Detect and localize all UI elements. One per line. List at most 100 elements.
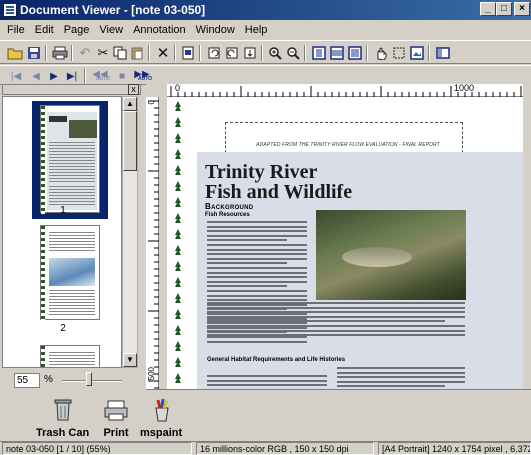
text-line xyxy=(207,285,287,288)
rotate-left-icon[interactable] xyxy=(205,44,223,62)
toolbar-separator xyxy=(428,45,430,61)
text-line xyxy=(207,375,327,377)
thumbnail-page-3[interactable] xyxy=(40,345,100,367)
thumbnail-border-trees xyxy=(41,106,45,214)
text-line xyxy=(207,334,465,337)
undo-icon[interactable]: ↶ xyxy=(76,44,94,62)
thumbnail-text-lines xyxy=(49,232,95,252)
status-page-info: note 03-050 [1 / 10] (55%) xyxy=(2,442,192,455)
menu-edit[interactable]: Edit xyxy=(30,21,59,39)
habitat-heading: General Habitat Requirements and Life Hi… xyxy=(207,357,346,363)
next-page-icon[interactable]: ▶ xyxy=(46,68,62,84)
text-line xyxy=(207,299,307,302)
print-tool[interactable]: Print xyxy=(103,398,129,439)
app-icon xyxy=(3,3,17,17)
scroll-up-icon[interactable]: ▲ xyxy=(123,97,137,111)
tree-icon xyxy=(175,149,181,160)
text-line xyxy=(207,280,307,283)
scrollbar-thumb[interactable] xyxy=(123,111,137,171)
thumbnail-border-trees xyxy=(41,226,45,321)
text-line xyxy=(207,308,287,311)
text-line xyxy=(207,239,287,242)
copy-icon[interactable] xyxy=(111,44,129,62)
printer-icon[interactable] xyxy=(51,44,69,62)
menu-window[interactable]: Window xyxy=(191,21,240,39)
image-properties-icon[interactable] xyxy=(408,44,426,62)
actual-size-icon[interactable] xyxy=(346,44,364,62)
text-line xyxy=(337,385,445,388)
zoom-out-icon[interactable] xyxy=(284,44,302,62)
tree-icon xyxy=(175,309,181,320)
last-page-icon[interactable]: ▶| xyxy=(64,68,80,84)
tree-icon xyxy=(175,325,181,336)
open-folder-icon[interactable] xyxy=(6,44,24,62)
text-line xyxy=(207,303,307,306)
hand-tool-icon[interactable] xyxy=(372,44,390,62)
fit-page-icon[interactable] xyxy=(310,44,328,62)
tree-icon xyxy=(175,197,181,208)
panel-toggle-icon[interactable] xyxy=(434,44,452,62)
select-page-icon[interactable] xyxy=(179,44,197,62)
cut-icon[interactable]: ✂ xyxy=(94,44,112,62)
zoom-slider-track[interactable] xyxy=(62,380,122,382)
zoom-slider-thumb[interactable] xyxy=(86,372,92,386)
previous-page-icon[interactable]: ◀ xyxy=(28,68,44,84)
menu-annotation[interactable]: Annotation xyxy=(128,21,191,39)
thumbnail-page-1[interactable] xyxy=(40,105,100,214)
text-line xyxy=(207,325,465,327)
menu-page[interactable]: Page xyxy=(59,21,95,39)
stop-icon[interactable]: ■ xyxy=(114,68,130,84)
close-button[interactable]: × xyxy=(514,2,530,16)
save-icon[interactable] xyxy=(25,44,43,62)
menu-file[interactable]: File xyxy=(2,21,30,39)
menu-view[interactable]: View xyxy=(94,21,128,39)
thumbnail-scrollbar[interactable]: ▲ ▼ xyxy=(122,96,138,368)
minimize-button[interactable]: _ xyxy=(480,2,496,16)
toolbar-separator xyxy=(84,68,86,84)
thumbnail-close-button[interactable]: x xyxy=(128,84,139,95)
menu-help[interactable]: Help xyxy=(240,21,273,39)
toolbar-separator xyxy=(174,45,176,61)
thumbnail-text-lines xyxy=(49,290,95,316)
ruler-corner xyxy=(146,84,167,97)
text-line xyxy=(207,317,307,320)
document-vertical-scrollbar[interactable] xyxy=(523,84,531,389)
text-line xyxy=(207,248,307,251)
background-heading: Background xyxy=(205,202,254,211)
tree-icon xyxy=(175,373,181,384)
document-title: Trinity River Fish and Wildlife xyxy=(205,162,375,202)
first-page-icon[interactable]: |◀ xyxy=(8,68,24,84)
delete-icon[interactable]: ✕ xyxy=(154,44,172,62)
paste-icon[interactable] xyxy=(128,44,146,62)
marquee-select-icon[interactable] xyxy=(390,44,408,62)
thumbnail-page-2[interactable] xyxy=(40,225,100,321)
toolbar-separator xyxy=(199,45,201,61)
toolbar-separator xyxy=(366,45,368,61)
text-line xyxy=(207,230,307,233)
document-viewport[interactable]: ADAPTED FROM THE TRINITY RIVER FLOW EVAL… xyxy=(167,97,531,389)
vertical-ruler: 0 500 xyxy=(146,97,159,389)
text-line xyxy=(207,257,307,260)
thumbnail-photo xyxy=(69,120,97,138)
scroll-down-icon[interactable]: ▼ xyxy=(123,353,137,367)
ruler-ticks xyxy=(170,86,529,97)
toolbar-separator xyxy=(148,45,150,61)
zoom-input[interactable]: 55 xyxy=(14,373,40,388)
zoom-in-icon[interactable] xyxy=(266,44,284,62)
tree-icon xyxy=(175,229,181,240)
maximize-button[interactable]: □ xyxy=(496,2,512,16)
tree-icon xyxy=(175,341,181,352)
text-line xyxy=(207,225,307,228)
tree-icon xyxy=(175,277,181,288)
window-title-bar[interactable]: Document Viewer - [note 03-050] xyxy=(0,0,531,20)
header-dashed-box xyxy=(225,122,463,153)
fit-width-icon[interactable] xyxy=(328,44,346,62)
main-toolbar: ↶ ✂ ✕ xyxy=(0,40,531,64)
text-line xyxy=(207,302,465,304)
text-line xyxy=(207,271,307,274)
thumbnail-list[interactable]: 1 2 xyxy=(2,96,122,368)
flip-icon[interactable] xyxy=(241,44,259,62)
rotate-right-icon[interactable] xyxy=(223,44,241,62)
mspaint-tool[interactable]: mspaint xyxy=(140,398,182,439)
trash-can-tool[interactable]: Trash Can xyxy=(36,398,89,439)
